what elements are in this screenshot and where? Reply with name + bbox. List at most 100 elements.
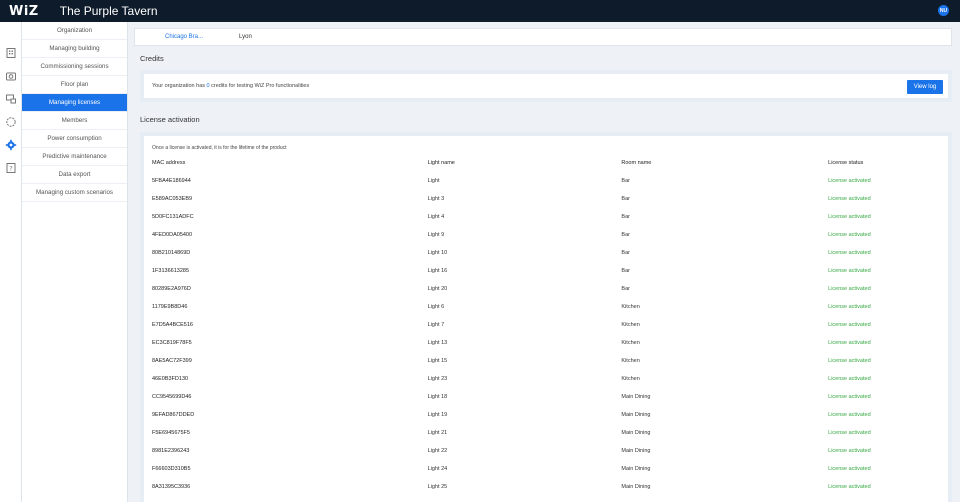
mac-address-cell: 5D0FC131ADFC bbox=[152, 214, 194, 220]
subnav-item-managing-licenses[interactable]: Managing licenses bbox=[22, 94, 127, 112]
license-status-cell: License activated bbox=[828, 322, 871, 328]
mac-address-cell: EC3C819F78F5 bbox=[152, 340, 192, 346]
table-row[interactable]: CC9545699D46 Light 18 Main Dining License a… bbox=[152, 388, 948, 406]
license-status-cell: License activated bbox=[828, 214, 871, 220]
license-status-cell: License activated bbox=[828, 304, 871, 310]
table-row[interactable]: 8AE5AC72F399 Light 15 Kitchen License activ… bbox=[152, 352, 948, 370]
subnav-item-members[interactable]: Members bbox=[22, 112, 127, 130]
camera-icon[interactable] bbox=[5, 70, 17, 82]
license-status-cell: License activated bbox=[828, 286, 871, 292]
site-tabs: Chicago Bra... Lyon bbox=[134, 28, 952, 46]
table-row[interactable]: E7D5A4BCE516 Light 7 Kitchen License activa… bbox=[152, 316, 948, 334]
room-name-cell: Main Dining bbox=[621, 394, 651, 400]
table-body: 5FBA4E186944 Light Bar License activated E58… bbox=[152, 172, 948, 496]
table-row[interactable]: F5E6945675F5 Light 21 Main Dining License a… bbox=[152, 424, 948, 442]
table-row[interactable]: E589AC053EB9 Light 3 Bar License activated bbox=[152, 190, 948, 208]
subnav-item-managing-building[interactable]: Managing building bbox=[22, 40, 127, 58]
room-name-cell: Main Dining bbox=[621, 430, 651, 436]
devices-icon[interactable] bbox=[5, 93, 17, 105]
mac-address-cell: 46E0B3FD130 bbox=[152, 376, 189, 382]
help-icon[interactable]: ? bbox=[5, 162, 17, 174]
subnav-item-power-consumption[interactable]: Power consumption bbox=[22, 130, 127, 148]
table-row[interactable]: 4FED0DA05400 Light 9 Bar License activated bbox=[152, 226, 948, 244]
mac-address-cell: 5FBA4E186944 bbox=[152, 178, 191, 184]
table-row[interactable]: 8981E2396243 Light 22 Main Dining License a… bbox=[152, 442, 948, 460]
main-content: Chicago Bra... Lyon Credits Your organiz… bbox=[128, 22, 960, 502]
table-row[interactable]: 46E0B3FD130 Light 23 Kitchen License activa… bbox=[152, 370, 948, 388]
table-row[interactable]: 9EFAD867DDED Light 19 Main Dining License a… bbox=[152, 406, 948, 424]
mac-address-cell: E7D5A4BCE516 bbox=[152, 322, 193, 328]
column-header-license-status[interactable]: License status bbox=[828, 160, 948, 166]
room-name-cell: Kitchen bbox=[621, 340, 640, 346]
room-name-cell: Bar bbox=[621, 232, 630, 238]
circle-icon[interactable] bbox=[5, 116, 17, 128]
svg-text:?: ? bbox=[9, 165, 12, 173]
light-name-cell: Light 20 bbox=[427, 286, 448, 292]
tab-lyon[interactable]: Lyon bbox=[235, 34, 256, 40]
table-row[interactable]: 5FBA4E186944 Light Bar License activated bbox=[152, 172, 948, 190]
column-header-light-name[interactable]: Light name bbox=[428, 160, 622, 166]
license-status-cell: License activated bbox=[828, 196, 871, 202]
subnav-item-floor-plan[interactable]: Floor plan bbox=[22, 76, 127, 94]
gear-icon[interactable] bbox=[5, 139, 17, 151]
light-name-cell: Light 10 bbox=[427, 250, 448, 256]
light-name-cell: Light 7 bbox=[427, 322, 445, 328]
table-row[interactable]: 80289E2A976D Light 20 Bar License activated bbox=[152, 280, 948, 298]
room-name-cell: Main Dining bbox=[621, 466, 651, 472]
mac-address-cell: 4FED0DA05400 bbox=[152, 232, 193, 238]
room-name-cell: Kitchen bbox=[621, 358, 640, 364]
license-status-cell: License activated bbox=[828, 358, 871, 364]
credits-text-after: credits for testing WiZ Pro functionalit… bbox=[209, 83, 310, 89]
table-row[interactable]: 1179E9B8D46 Light 6 Kitchen License activat… bbox=[152, 298, 948, 316]
room-name-cell: Bar bbox=[621, 268, 630, 274]
table-row[interactable]: 5D0FC131ADFC Light 4 Bar License activated bbox=[152, 208, 948, 226]
mac-address-cell: 8981E2396243 bbox=[152, 448, 190, 454]
light-name-cell: Light 23 bbox=[427, 376, 448, 382]
wiz-logo[interactable]: WiZ bbox=[9, 4, 39, 19]
light-name-cell: Light 19 bbox=[427, 412, 448, 418]
room-name-cell: Main Dining bbox=[621, 484, 651, 490]
mac-address-cell: 80B21014869D bbox=[152, 250, 191, 256]
credits-text-before: Your organization has bbox=[152, 83, 207, 89]
room-name-cell: Main Dining bbox=[621, 412, 651, 418]
room-name-cell: Bar bbox=[621, 214, 630, 220]
table-row[interactable]: EC3C819F78F5 Light 13 Kitchen License activ… bbox=[152, 334, 948, 352]
mac-address-cell: 8A31395C3936 bbox=[152, 484, 191, 490]
table-row[interactable]: 80B21014869D Light 10 Bar License activated bbox=[152, 244, 948, 262]
subnav-item-commissioning-sessions[interactable]: Commissioning sessions bbox=[22, 58, 127, 76]
room-name-cell: Kitchen bbox=[621, 304, 640, 310]
license-note: Once a license is activated, it is for t… bbox=[152, 145, 287, 151]
light-name-cell: Light 3 bbox=[427, 196, 445, 202]
avatar[interactable]: NU bbox=[938, 5, 949, 16]
building-icon[interactable] bbox=[5, 47, 17, 59]
subnav-item-predictive-maintenance[interactable]: Predictive maintenance bbox=[22, 148, 127, 166]
license-status-cell: License activated bbox=[828, 394, 871, 400]
license-status-cell: License activated bbox=[828, 430, 871, 436]
mac-address-cell: 9EFAD867DDED bbox=[152, 412, 195, 418]
mac-address-cell: 8AE5AC72F399 bbox=[152, 358, 192, 364]
table-row[interactable]: 8A31395C3936 Light 25 Main Dining License a… bbox=[152, 478, 948, 496]
view-log-button[interactable]: View log bbox=[907, 80, 943, 94]
room-name-cell: Bar bbox=[621, 196, 630, 202]
tab-chicago[interactable]: Chicago Bra... bbox=[161, 34, 221, 40]
light-name-cell: Light 9 bbox=[427, 232, 445, 238]
table-header: MAC address Light name Room name License… bbox=[152, 154, 948, 172]
table-row[interactable]: 1F3136613285 Light 16 Bar License activated bbox=[152, 262, 948, 280]
subnav-item-managing-custom-scenarios[interactable]: Managing custom scenarios bbox=[22, 184, 127, 202]
column-header-room-name[interactable]: Room name bbox=[621, 160, 828, 166]
light-name-cell: Light 16 bbox=[427, 268, 448, 274]
subnav-item-organization[interactable]: Organization bbox=[22, 22, 127, 40]
mac-address-cell: F5E6945675F5 bbox=[152, 430, 190, 436]
subnav-item-data-export[interactable]: Data export bbox=[22, 166, 127, 184]
room-name-cell: Bar bbox=[621, 178, 630, 184]
license-card: Once a license is activated, it is for t… bbox=[140, 132, 952, 502]
table-row[interactable]: F66603D310B5 Light 24 Main Dining License a… bbox=[152, 460, 948, 478]
light-name-cell: Light 25 bbox=[427, 484, 448, 490]
light-name-cell: Light 4 bbox=[427, 214, 445, 220]
mac-address-cell: F66603D310B5 bbox=[152, 466, 191, 472]
column-header-mac[interactable]: MAC address bbox=[152, 160, 428, 166]
mac-address-cell: 1179E9B8D46 bbox=[152, 304, 188, 310]
license-status-cell: License activated bbox=[828, 484, 871, 490]
credits-card: Your organization has 0 credits for test… bbox=[140, 70, 952, 102]
light-name-cell: Light 21 bbox=[427, 430, 448, 436]
